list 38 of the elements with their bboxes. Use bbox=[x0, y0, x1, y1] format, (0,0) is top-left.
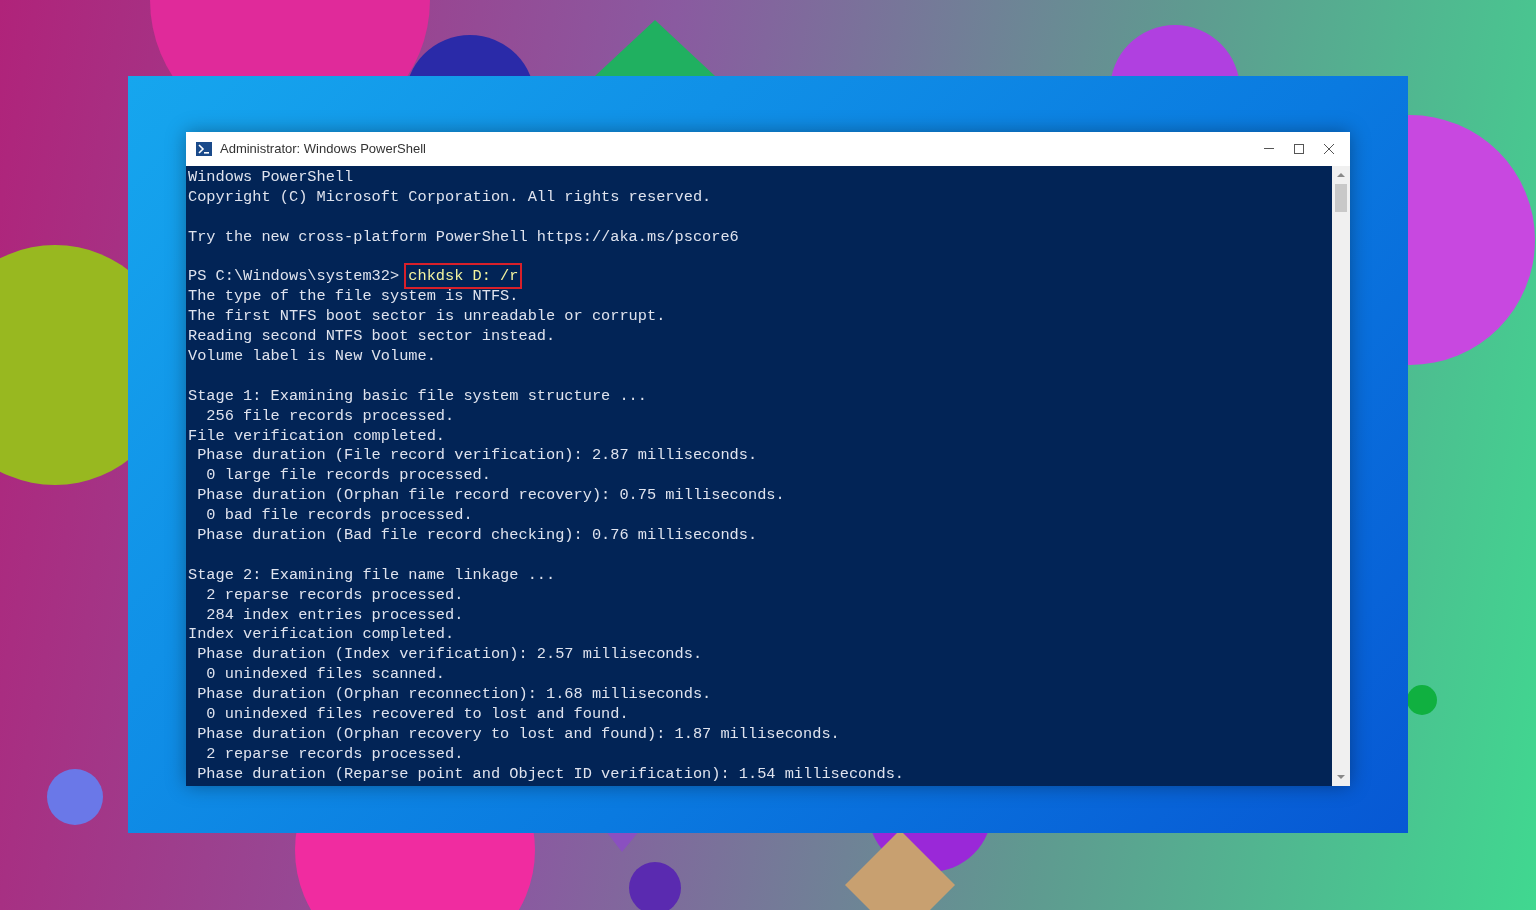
console-line: Phase duration (Orphan reconnection): 1.68 milliseconds. bbox=[196, 685, 712, 704]
console-line: Phase duration (Orphan recovery to lost and found): 1.87 milliseconds. bbox=[196, 724, 840, 743]
scrollbar-thumb[interactable] bbox=[1335, 184, 1347, 212]
console-line: 0 unindexed files scanned. bbox=[205, 665, 446, 684]
console-line: 2 reparse records processed. bbox=[205, 585, 464, 604]
console-line: The first NTFS boot sector is unreadable or corrupt. bbox=[188, 307, 666, 326]
scroll-down-icon[interactable] bbox=[1336, 772, 1346, 782]
console-line: The type of the file system is NTFS. bbox=[188, 287, 519, 306]
scroll-up-icon[interactable] bbox=[1336, 170, 1346, 180]
minimize-icon bbox=[1264, 148, 1274, 150]
console-line: 284 index entries processed. bbox=[205, 605, 464, 624]
console-line: Phase duration (File record verification): 2.87 milliseconds. bbox=[196, 446, 758, 465]
console-line: Windows PowerShell bbox=[188, 168, 354, 186]
console-line: Try the new cross-platform PowerShell https://aka.ms/pscore6 bbox=[188, 227, 739, 246]
console-line: 0 bad file records processed. bbox=[205, 506, 473, 525]
decorative-circle bbox=[1407, 685, 1437, 715]
console-line: Phase duration (Index verification): 2.57 milliseconds. bbox=[196, 645, 703, 664]
maximize-icon bbox=[1294, 144, 1304, 154]
console-line: Stage 1: Examining basic file system structure ... bbox=[188, 386, 647, 405]
window-title: Administrator: Windows PowerShell bbox=[220, 140, 427, 159]
console-line: Phase duration (Reparse point and Object ID verification): 1.54 milliseconds. bbox=[196, 764, 904, 783]
console-line: 0 unindexed files recovered to lost and found. bbox=[205, 705, 629, 724]
console-line: Reading second NTFS boot sector instead. bbox=[188, 327, 556, 346]
console-line: Index verification completed. bbox=[188, 625, 455, 644]
console-line: File verification completed. bbox=[188, 426, 446, 445]
console-line: Copyright (C) Microsoft Corporation. All rights reserved. bbox=[188, 187, 712, 206]
console-line: Phase duration (Bad file record checking): 0.76 milliseconds. bbox=[196, 526, 758, 545]
console-line: 0 large file records processed. bbox=[205, 466, 491, 485]
scrollbar[interactable] bbox=[1332, 166, 1350, 786]
console-line: 2 reparse records processed. bbox=[205, 744, 464, 763]
prompt-text: PS C:\Windows\system32> bbox=[188, 267, 400, 286]
console-line: Stage 2: Examining file name linkage ... bbox=[188, 565, 556, 584]
close-icon bbox=[1324, 144, 1334, 154]
console-line: Phase duration (Orphan file record recovery): 0.75 milliseconds. bbox=[196, 486, 785, 505]
console-line: Volume label is New Volume. bbox=[188, 347, 436, 365]
console-line: 256 file records processed. bbox=[205, 406, 455, 425]
decorative-circle bbox=[47, 769, 103, 825]
powershell-icon bbox=[196, 142, 212, 156]
